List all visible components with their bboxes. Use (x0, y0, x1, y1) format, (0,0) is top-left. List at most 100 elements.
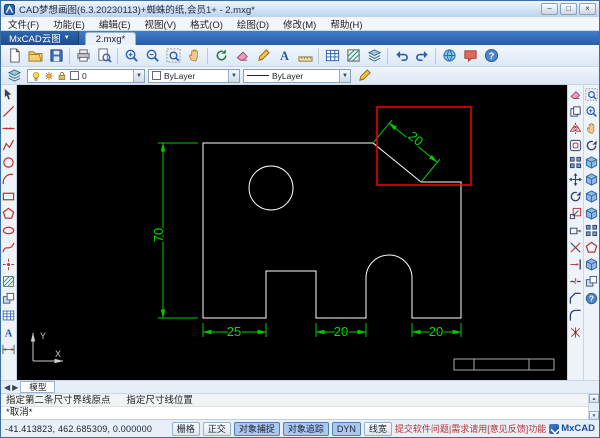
print-preview-button[interactable] (94, 46, 114, 65)
break-tool-button[interactable] (568, 273, 584, 290)
feedback-message[interactable]: 提交软件问题|需求请用[意见反馈]功能 (395, 422, 546, 435)
rectangle-tool-button[interactable] (1, 188, 17, 205)
menu-view[interactable]: 视图(V) (137, 17, 183, 31)
line-tool-button[interactable] (1, 103, 17, 120)
command-input-line[interactable]: *取消* (1, 407, 599, 420)
draw-button[interactable] (253, 46, 273, 65)
zoom-extents-button[interactable] (163, 46, 183, 65)
text-tool-button[interactable] (1, 324, 17, 341)
point-tool-button[interactable] (1, 256, 17, 273)
command-line-panel[interactable]: 指定第二条尺寸界线原点 指定尺寸线位置 *取消* ▲ ▼ (1, 393, 599, 420)
offset-tool-button[interactable] (568, 137, 584, 154)
menu-modify[interactable]: 修改(M) (276, 17, 323, 31)
layer-manager-button[interactable] (4, 66, 24, 85)
orbit-button[interactable] (584, 137, 600, 154)
regen-button[interactable] (211, 46, 231, 65)
move-tool-button[interactable] (568, 171, 584, 188)
print-button[interactable] (73, 46, 93, 65)
layer-select[interactable]: 0 ▼ (27, 68, 145, 83)
ortho-toggle[interactable]: 正交 (202, 421, 231, 436)
close-button[interactable]: × (579, 3, 596, 15)
shade-button[interactable] (584, 222, 600, 239)
zoom-out-button[interactable] (142, 46, 162, 65)
grid-toggle[interactable]: 栅格 (171, 421, 200, 436)
pan-button[interactable] (184, 46, 204, 65)
block-tool-button[interactable] (1, 290, 17, 307)
extend-tool-button[interactable] (568, 256, 584, 273)
erase-tool-button[interactable] (568, 86, 584, 103)
open-button[interactable] (25, 46, 45, 65)
view-front-button[interactable] (584, 171, 600, 188)
about-button[interactable] (481, 46, 501, 65)
rotate-tool-button[interactable] (568, 188, 584, 205)
explode-tool-button[interactable] (568, 324, 584, 341)
menu-file[interactable]: 文件(F) (1, 17, 46, 31)
chamfer-tool-button[interactable] (568, 290, 584, 307)
part-outline[interactable] (202, 142, 462, 319)
circle-tool-button[interactable] (1, 154, 17, 171)
select-tool-button[interactable] (1, 86, 17, 103)
measure-button[interactable] (295, 46, 315, 65)
document-tab[interactable]: 2.mxg* (84, 32, 137, 45)
polygon-tool-button[interactable] (1, 205, 17, 222)
chevron-down-icon[interactable]: ▼ (228, 69, 239, 82)
render-button[interactable] (584, 256, 600, 273)
zoom-in-button[interactable] (121, 46, 141, 65)
command-scrollbar[interactable]: ▲ ▼ (588, 394, 599, 420)
part-hole-circle[interactable] (248, 165, 294, 211)
next-layout-icon[interactable]: ▶ (12, 383, 18, 392)
wireframe-button[interactable] (584, 239, 600, 256)
linetype-select[interactable]: ByLayer ▼ (243, 68, 351, 83)
scroll-up-icon[interactable]: ▲ (589, 394, 599, 403)
maximize-button[interactable]: □ (560, 3, 577, 15)
tab-model[interactable]: 模型 (20, 381, 56, 393)
dyn-toggle[interactable]: DYN (331, 421, 361, 436)
menu-draw[interactable]: 绘图(D) (230, 17, 276, 31)
menu-format[interactable]: 格式(O) (183, 17, 230, 31)
zoom-window-button[interactable] (584, 86, 600, 103)
menu-function[interactable]: 功能(E) (46, 17, 92, 31)
website-button[interactable] (439, 46, 459, 65)
menu-edit[interactable]: 编辑(E) (92, 17, 138, 31)
trim-tool-button[interactable] (568, 239, 584, 256)
feedback-button[interactable] (460, 46, 480, 65)
scale-tool-button[interactable] (568, 205, 584, 222)
hatch-button[interactable] (343, 46, 363, 65)
ellipse-tool-button[interactable] (1, 222, 17, 239)
prev-layout-icon[interactable]: ◀ (4, 383, 10, 392)
view-iso-button[interactable] (584, 205, 600, 222)
chevron-down-icon[interactable]: ▼ (339, 69, 350, 82)
xline-tool-button[interactable] (1, 120, 17, 137)
mirror-tool-button[interactable] (568, 120, 584, 137)
array-tool-button[interactable] (568, 154, 584, 171)
minimize-button[interactable]: – (541, 3, 558, 15)
table-button[interactable] (322, 46, 342, 65)
polyline-tool-button[interactable] (1, 137, 17, 154)
table-tool-button[interactable] (1, 307, 17, 324)
spline-tool-button[interactable] (1, 239, 17, 256)
fillet-tool-button[interactable] (568, 307, 584, 324)
osnap-toggle[interactable]: 对象捕捉 (233, 421, 280, 436)
zoom-dynamic-button[interactable] (584, 103, 600, 120)
undo-button[interactable] (391, 46, 411, 65)
camera-button[interactable] (584, 273, 600, 290)
pan-view-button[interactable] (584, 120, 600, 137)
color-select[interactable]: ByLayer ▼ (148, 68, 240, 83)
settings-button[interactable] (584, 290, 600, 307)
chevron-down-icon[interactable]: ▼ (133, 69, 144, 82)
copy-tool-button[interactable] (568, 103, 584, 120)
stretch-tool-button[interactable] (568, 222, 584, 239)
dimension-tool-button[interactable] (1, 341, 17, 358)
menu-help[interactable]: 帮助(H) (323, 17, 369, 31)
scroll-down-icon[interactable]: ▼ (589, 411, 599, 420)
new-button[interactable] (4, 46, 24, 65)
drawing-canvas[interactable]: 70 25 20 20 20 Y X (17, 85, 567, 380)
redo-button[interactable] (412, 46, 432, 65)
view-left-button[interactable] (584, 188, 600, 205)
erase-button[interactable] (232, 46, 252, 65)
text-button[interactable] (274, 46, 294, 65)
highlight-rectangle[interactable] (376, 106, 472, 186)
mxcad-cloud-button[interactable]: MxCAD云图 ▼ (1, 31, 79, 45)
edit-properties-button[interactable] (354, 66, 374, 85)
view-top-button[interactable] (584, 154, 600, 171)
